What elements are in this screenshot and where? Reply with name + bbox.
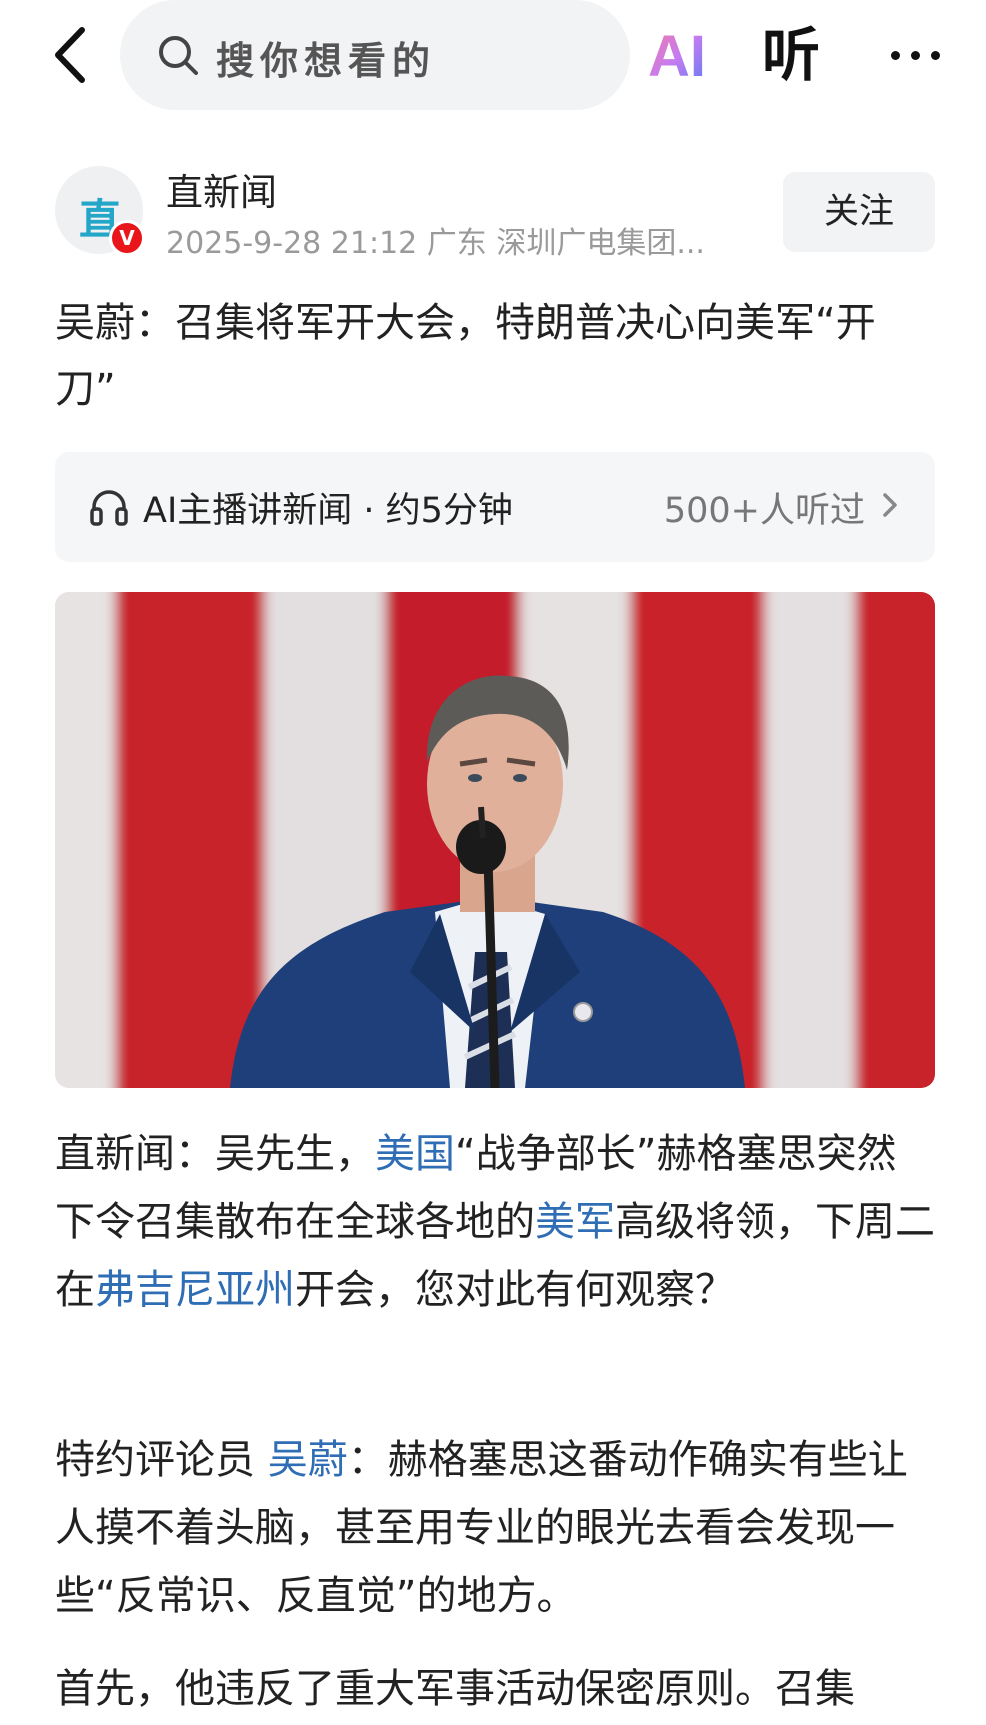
listen-count: 500+人听过 — [663, 491, 865, 531]
search-placeholder: 搜你想看的 — [216, 39, 437, 83]
follow-button[interactable]: 关注 — [783, 172, 935, 252]
headphone-icon — [90, 490, 128, 526]
verified-badge: V — [109, 220, 145, 256]
article-paragraph-1: 直新闻：吴先生，美国“战争部长”赫格塞思突然下令召集散布在全球各地的美军高级将领… — [55, 1120, 935, 1324]
chevron-left-icon — [55, 27, 85, 83]
link-virginia[interactable]: 弗吉尼亚州 — [95, 1267, 295, 1313]
paragraph-text: 特约评论员 — [55, 1437, 268, 1483]
more-icon — [890, 50, 900, 60]
ai-button[interactable]: AI — [646, 20, 716, 90]
paragraph-text: 直新闻：吴先生， — [55, 1131, 375, 1177]
ai-listen-label: AI主播讲新闻 · 约5分钟 — [143, 491, 513, 531]
publisher-name[interactable]: 直新闻 — [166, 162, 277, 216]
search-icon — [159, 36, 198, 75]
search-input[interactable]: 搜你想看的 — [120, 0, 630, 110]
more-icon — [910, 50, 920, 60]
avatar[interactable]: 直 V — [55, 166, 145, 256]
more-icon — [930, 50, 940, 60]
link-united-states[interactable]: 美国 — [375, 1131, 455, 1177]
ai-icon: AI — [648, 24, 706, 89]
link-us-military[interactable]: 美军 — [535, 1199, 615, 1245]
article-paragraph-3: 首先，他违反了重大军事活动保密原则。召集 — [55, 1666, 855, 1712]
paragraph-text: 开会，您对此有何观察？ — [295, 1267, 735, 1313]
listen-button[interactable]: 听 — [762, 20, 832, 90]
more-button[interactable] — [880, 20, 950, 90]
publisher-row: 直 V 直新闻 2025-9-28 21:12 广东 深圳广电集团... 关注 — [55, 160, 935, 261]
article-photo[interactable] — [55, 592, 935, 1088]
ai-listen-bar[interactable]: AI主播讲新闻 · 约5分钟 500+人听过 — [55, 452, 935, 562]
top-bar: 搜你想看的 AI 听 — [0, 0, 986, 110]
article-title: 吴蔚：召集将军开大会，特朗普决心向美军“开刀” — [55, 300, 876, 412]
publish-meta: 2025-9-28 21:12 广东 深圳广电集团... — [166, 226, 705, 261]
back-button[interactable] — [40, 22, 100, 88]
article-paragraph-2: 特约评论员 吴蔚：赫格塞思这番动作确实有些让人摸不着头脑，甚至用专业的眼光去看会… — [55, 1426, 935, 1630]
chevron-right-icon — [883, 493, 897, 517]
svg-text:AI: AI — [648, 24, 706, 89]
link-wu-wei[interactable]: 吴蔚 — [268, 1437, 348, 1483]
